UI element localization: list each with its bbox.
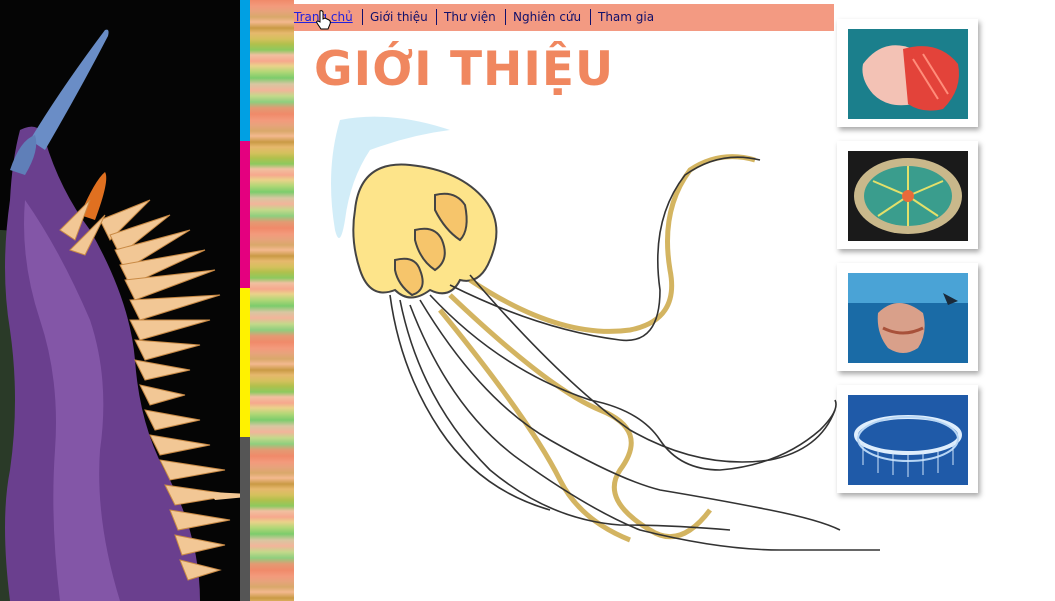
nav-separator: [505, 9, 506, 25]
page-title: GIỚI THIỆU: [314, 42, 615, 97]
color-bar-gray: [240, 437, 250, 601]
nav-separator: [436, 9, 437, 25]
color-bar-yellow: [240, 288, 250, 437]
nav-separator: [362, 9, 363, 25]
nav-bar: Trang chủ Giới thiệu Thư viện Nghiên cứu…: [294, 4, 834, 31]
lions-mane-jellyfish-diver-photo: [848, 273, 968, 363]
thumbnail-2[interactable]: [837, 141, 978, 249]
transparent-ring-jellyfish-photo: [848, 395, 968, 485]
red-jellyfish-photo: [848, 29, 968, 119]
color-bar: [240, 0, 250, 601]
nav-item-join[interactable]: Tham gia: [598, 10, 654, 24]
thumbnail-1[interactable]: [837, 19, 978, 127]
color-bar-magenta: [240, 141, 250, 288]
thumbnail-3[interactable]: [837, 263, 978, 371]
nav-separator: [590, 9, 591, 25]
nav-item-research[interactable]: Nghiên cứu: [513, 10, 581, 24]
nav-item-about[interactable]: Giới thiệu: [370, 10, 428, 24]
disc-jellyfish-photo: [848, 151, 968, 241]
thumbnail-4[interactable]: [837, 385, 978, 493]
nav-item-library[interactable]: Thư viện: [444, 10, 496, 24]
hand-pointer-cursor-icon: [316, 10, 332, 34]
sea-slug-photo: [0, 0, 240, 601]
color-bar-cyan: [240, 0, 250, 141]
decorative-stripe-panel: [250, 0, 294, 601]
jellyfish-sketch-illustration: [300, 110, 900, 584]
